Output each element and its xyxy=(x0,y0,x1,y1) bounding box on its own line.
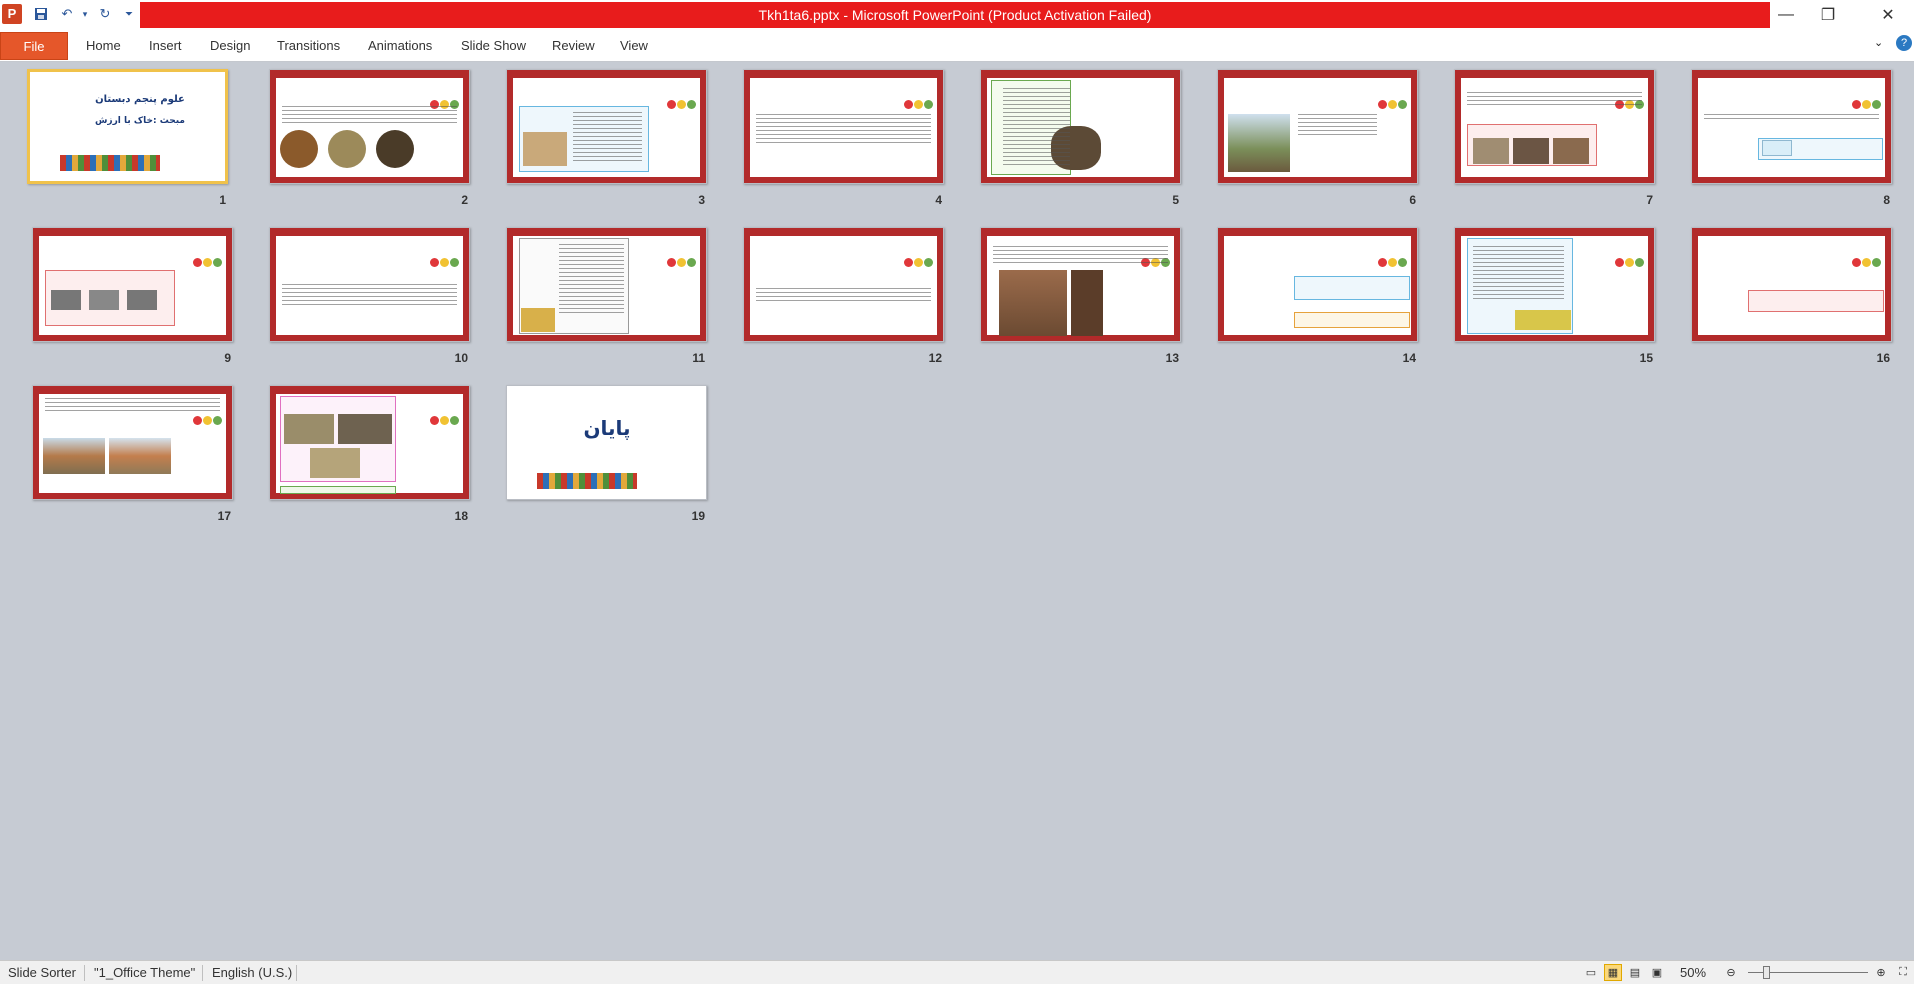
slide-number: 16 xyxy=(1876,351,1890,365)
slide-show-view-icon[interactable]: ▣ xyxy=(1648,964,1666,981)
slide-18[interactable] xyxy=(269,385,470,500)
slide-thumbnail[interactable]: علوم پنجم دبستان مبحث :خاک با ارزش 1 xyxy=(27,69,228,209)
tab-design[interactable]: Design xyxy=(210,32,250,60)
slide-number: 7 xyxy=(1646,193,1653,207)
slide-17[interactable] xyxy=(32,385,233,500)
slide-thumbnail[interactable]: 14 xyxy=(1217,227,1418,367)
zoom-in-icon[interactable]: ⊕ xyxy=(1872,964,1890,981)
slide-10[interactable] xyxy=(269,227,470,342)
slide-number: 3 xyxy=(698,193,705,207)
slide-thumbnail[interactable]: 10 xyxy=(269,227,470,367)
slide-16[interactable] xyxy=(1691,227,1892,342)
tab-transitions[interactable]: Transitions xyxy=(277,32,340,60)
slide-8[interactable] xyxy=(1691,69,1892,184)
slide-number: 17 xyxy=(217,509,231,523)
tab-home[interactable]: Home xyxy=(86,32,121,60)
tab-review[interactable]: Review xyxy=(552,32,595,60)
slide-thumbnail[interactable]: 2 xyxy=(269,69,470,209)
tab-insert[interactable]: Insert xyxy=(149,32,182,60)
slide-7[interactable] xyxy=(1454,69,1655,184)
minimize-button[interactable]: — xyxy=(1774,4,1798,26)
slide-number: 13 xyxy=(1165,351,1179,365)
slide-number: 9 xyxy=(224,351,231,365)
slide-thumbnail[interactable]: 13 xyxy=(980,227,1181,367)
slide-title: پایان xyxy=(583,416,631,440)
slide-19[interactable]: پایان xyxy=(506,385,707,500)
slide-6[interactable] xyxy=(1217,69,1418,184)
reading-view-icon[interactable]: ▤ xyxy=(1626,964,1644,981)
status-language[interactable]: English (U.S.) xyxy=(212,965,292,980)
status-bar: Slide Sorter "1_Office Theme" English (U… xyxy=(0,960,1914,984)
slide-number: 4 xyxy=(935,193,942,207)
status-view-name: Slide Sorter xyxy=(8,965,76,980)
tab-animations[interactable]: Animations xyxy=(368,32,432,60)
slide-sorter-area: علوم پنجم دبستان مبحث :خاک با ارزش 1 2 3 xyxy=(0,63,1914,960)
slide-thumbnail[interactable]: پایان 19 xyxy=(506,385,707,525)
ribbon-tabs: File Home Insert Design Transitions Anim… xyxy=(0,30,1914,62)
slide-number: 19 xyxy=(691,509,705,523)
tab-file[interactable]: File xyxy=(0,32,68,60)
zoom-level[interactable]: 50% xyxy=(1680,965,1706,980)
status-theme[interactable]: "1_Office Theme" xyxy=(94,965,195,980)
slide-thumbnail[interactable]: 18 xyxy=(269,385,470,525)
slide-14[interactable] xyxy=(1217,227,1418,342)
slide-sorter-view-icon[interactable]: ▦ xyxy=(1604,964,1622,981)
slide-title: علوم پنجم دبستان xyxy=(95,94,185,105)
slide-subtitle: مبحث :خاک با ارزش xyxy=(95,116,185,126)
slide-thumbnail[interactable]: 17 xyxy=(32,385,233,525)
slide-5[interactable] xyxy=(980,69,1181,184)
slide-number: 12 xyxy=(928,351,942,365)
slide-number: 1 xyxy=(219,193,226,207)
normal-view-icon[interactable]: ▭ xyxy=(1582,964,1600,981)
slide-2[interactable] xyxy=(269,69,470,184)
window-title: Tkh1ta6.pptx - Microsoft PowerPoint (Pro… xyxy=(140,2,1770,28)
slide-thumbnail[interactable]: 3 xyxy=(506,69,707,209)
slide-thumbnail[interactable]: 6 xyxy=(1217,69,1418,209)
ribbon-minimize-icon[interactable]: ⌄ xyxy=(1874,36,1883,49)
slide-number: 8 xyxy=(1883,193,1890,207)
undo-dropdown-icon[interactable]: ▾ xyxy=(76,5,94,23)
slide-thumbnail[interactable]: 15 xyxy=(1454,227,1655,367)
close-button[interactable]: ✕ xyxy=(1876,4,1900,26)
slide-13[interactable] xyxy=(980,227,1181,342)
slide-thumbnail[interactable]: 8 xyxy=(1691,69,1892,209)
slide-number: 6 xyxy=(1409,193,1416,207)
slide-9[interactable] xyxy=(32,227,233,342)
help-icon[interactable]: ? xyxy=(1896,35,1912,51)
slide-thumbnail[interactable]: 4 xyxy=(743,69,944,209)
slide-number: 15 xyxy=(1639,351,1653,365)
slide-3[interactable] xyxy=(506,69,707,184)
slide-number: 18 xyxy=(454,509,468,523)
tab-slide-show[interactable]: Slide Show xyxy=(461,32,526,60)
slide-1[interactable]: علوم پنجم دبستان مبحث :خاک با ارزش xyxy=(27,69,228,184)
customize-qat-icon[interactable]: ⏷ xyxy=(120,5,138,23)
slide-thumbnail[interactable]: 5 xyxy=(980,69,1181,209)
save-icon[interactable] xyxy=(32,5,50,23)
slide-thumbnail[interactable]: 11 xyxy=(506,227,707,367)
undo-icon[interactable]: ↶ xyxy=(58,5,76,23)
slide-thumbnail[interactable]: 16 xyxy=(1691,227,1892,367)
slide-number: 11 xyxy=(692,351,705,365)
slide-15[interactable] xyxy=(1454,227,1655,342)
slide-number: 14 xyxy=(1402,351,1416,365)
slide-12[interactable] xyxy=(743,227,944,342)
slide-thumbnail[interactable]: 12 xyxy=(743,227,944,367)
tab-view[interactable]: View xyxy=(620,32,648,60)
books-illustration xyxy=(537,473,637,489)
powerpoint-app-icon[interactable]: P xyxy=(2,4,22,24)
fit-to-window-icon[interactable]: ⛶ xyxy=(1894,964,1912,981)
books-illustration xyxy=(60,155,160,171)
restore-button[interactable]: ❐ xyxy=(1816,4,1840,26)
slide-number: 2 xyxy=(461,193,468,207)
title-bar: P ↶ ▾ ↻ ⏷ Tkh1ta6.pptx - Microsoft Power… xyxy=(0,0,1914,30)
zoom-out-icon[interactable]: ⊖ xyxy=(1722,964,1740,981)
slide-thumbnail[interactable]: 9 xyxy=(32,227,233,367)
slide-number: 5 xyxy=(1172,193,1179,207)
slide-11[interactable] xyxy=(506,227,707,342)
redo-icon[interactable]: ↻ xyxy=(96,5,114,23)
zoom-slider-thumb[interactable] xyxy=(1763,966,1770,979)
slide-thumbnail[interactable]: 7 xyxy=(1454,69,1655,209)
slide-4[interactable] xyxy=(743,69,944,184)
slide-number: 10 xyxy=(454,351,468,365)
